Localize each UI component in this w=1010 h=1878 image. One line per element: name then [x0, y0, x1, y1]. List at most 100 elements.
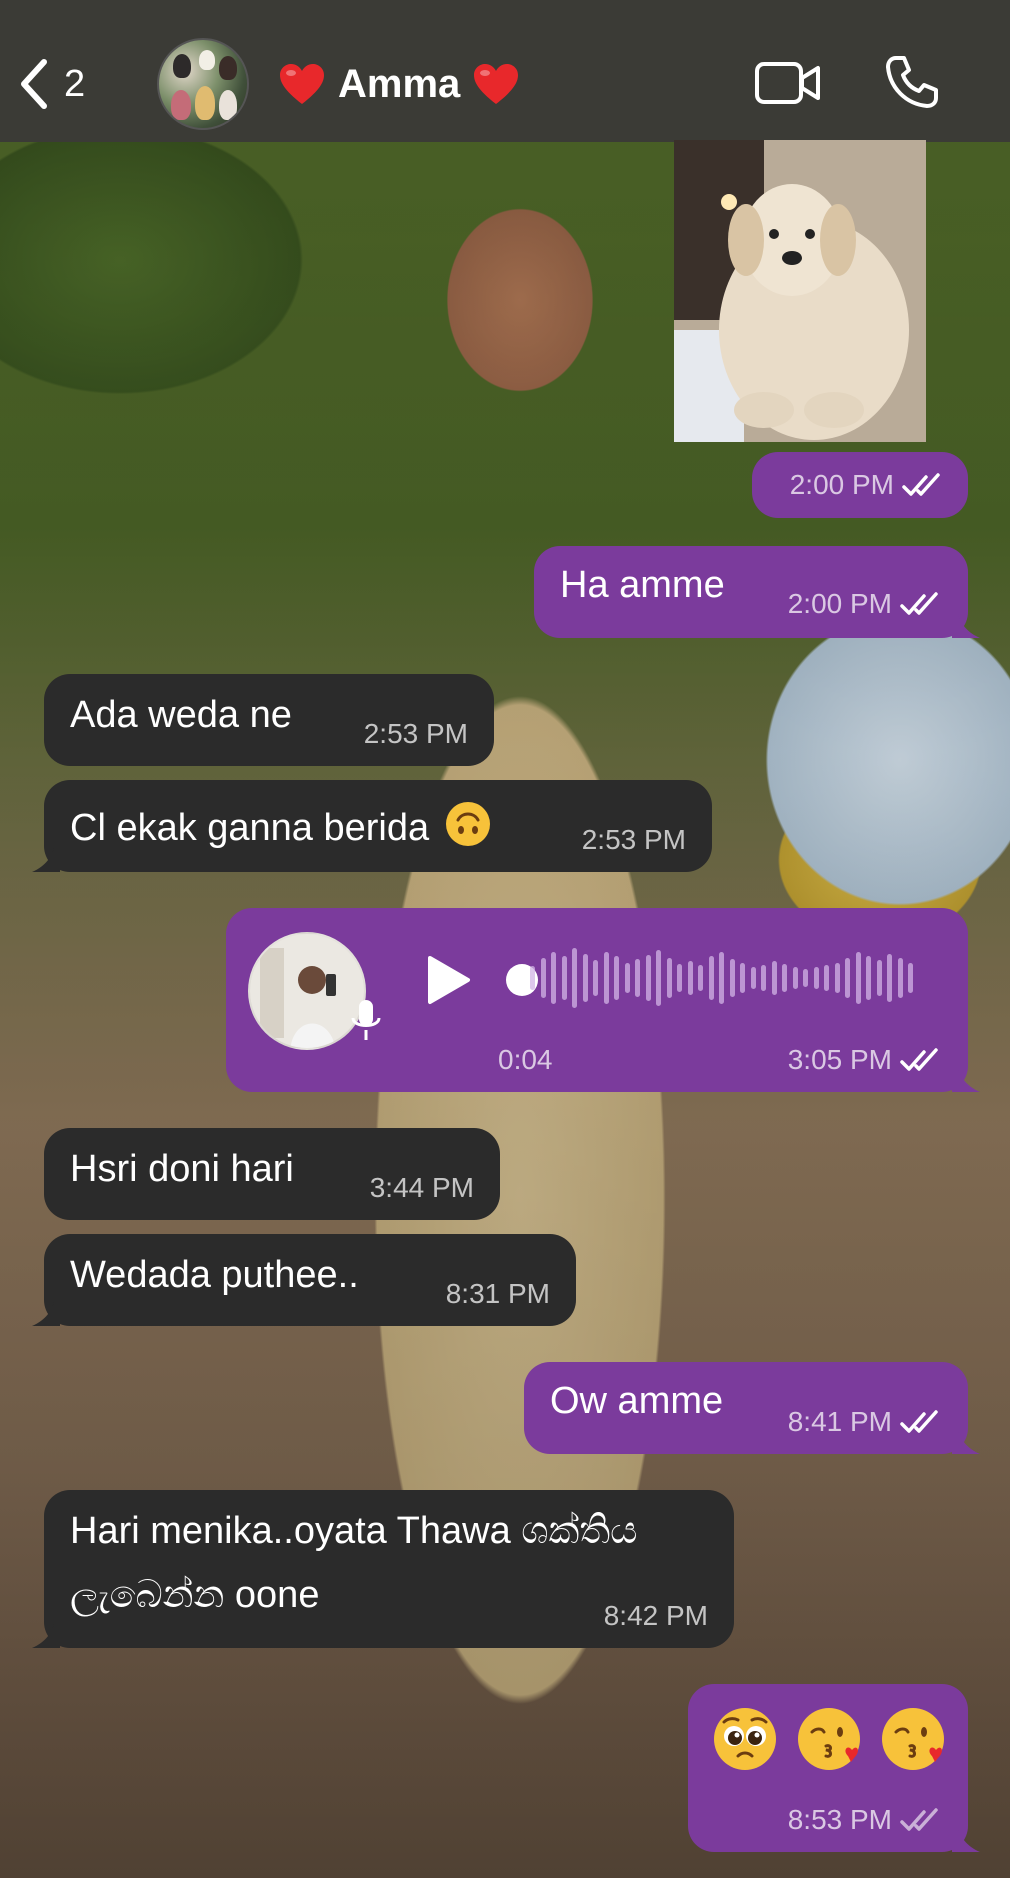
message-time: 8:31 PM — [445, 1278, 550, 1309]
chat-title[interactable]: Amma — [278, 54, 520, 114]
back-button[interactable]: 2 — [18, 56, 85, 112]
chat-title-text: Amma — [338, 61, 461, 106]
waveform-bar — [582, 954, 588, 1002]
message-text: Wedada puthee.. — [70, 1254, 359, 1296]
outgoing-message[interactable]: Ow amme 8:41 PM — [524, 1362, 980, 1454]
waveform-bar — [572, 948, 577, 1008]
voice-duration: 0:04 — [498, 1044, 553, 1075]
avatar-figure — [219, 56, 237, 80]
waveform-bar — [677, 964, 682, 992]
avatar-figure — [171, 90, 191, 120]
heart-icon — [280, 64, 324, 104]
waveform-bar — [540, 958, 546, 998]
bubble-tail — [952, 1828, 980, 1852]
bubble-tail — [32, 848, 60, 872]
waveform-bar — [530, 966, 535, 990]
waveform-bar — [782, 964, 787, 992]
waveform-bar — [908, 963, 913, 993]
unread-count: 2 — [64, 62, 86, 105]
waveform-bar — [719, 952, 724, 1004]
face-blowing-kiss-emoji — [798, 1708, 860, 1770]
pleading-face-emoji — [714, 1708, 776, 1770]
waveform-bar — [551, 952, 556, 1004]
video-call-icon[interactable] — [754, 60, 822, 106]
waveform-bar — [866, 956, 871, 1000]
waveform-bar — [834, 963, 840, 993]
outgoing-emoji-message[interactable]: 8:53 PM — [688, 1684, 980, 1852]
bubble-tail — [32, 1302, 60, 1326]
chevron-left-icon — [21, 59, 47, 109]
message-text: Ada weda ne — [70, 694, 292, 736]
waveform-bar — [614, 956, 619, 1000]
waveform-bar — [624, 963, 630, 993]
message-text: Ha amme — [560, 564, 725, 606]
incoming-message[interactable]: Hsri doni hari 3:44 PM — [44, 1128, 500, 1220]
message-time: 2:53 PM — [581, 824, 686, 855]
double-check-icon — [900, 592, 938, 615]
incoming-message[interactable]: Hari menika..oyata Thawa ශක්තිය ලැබෙන්න … — [32, 1490, 734, 1648]
waveform-bar — [656, 950, 661, 1006]
emoji-row — [712, 1706, 946, 1772]
photo-message[interactable] — [674, 140, 926, 442]
waveform-bar — [750, 967, 756, 989]
waveform-bar — [740, 963, 745, 993]
message-text-body: Cl ekak ganna berida — [70, 807, 430, 849]
voice-waveform[interactable] — [530, 946, 930, 1010]
waveform-bar — [729, 959, 735, 997]
waveform-bar — [698, 965, 703, 991]
photo-message-meta: 2:00 PM — [752, 452, 968, 518]
waveform-bar — [761, 965, 766, 991]
message-time: 2:00 PM — [787, 588, 892, 619]
waveform-bar — [813, 967, 819, 989]
bubble-tail — [952, 614, 980, 638]
avatar-figure — [199, 50, 215, 70]
waveform-bar — [666, 958, 672, 998]
message-time: 2:00 PM — [789, 469, 894, 500]
waveform-bar — [645, 955, 651, 1001]
message-text-line: ලැබෙන්න oone — [70, 1574, 320, 1616]
message-text: Ow amme — [550, 1380, 724, 1422]
waveform-bar — [771, 961, 777, 995]
phone-icon[interactable] — [884, 54, 940, 110]
incoming-message[interactable]: Ada weda ne 2:53 PM — [44, 674, 494, 766]
message-time: 8:53 PM — [787, 1804, 892, 1835]
avatar-figure — [173, 54, 191, 78]
message-text-line: Hari menika..oyata Thawa ශක්තිය — [70, 1510, 638, 1552]
waveform-bar — [561, 956, 567, 1000]
waveform-bar — [593, 960, 598, 996]
waveform-bar — [803, 969, 808, 987]
chat-header: 2 Amma — [0, 0, 1010, 142]
incoming-message[interactable]: Wedada puthee.. 8:31 PM — [32, 1234, 576, 1326]
heart-icon — [474, 64, 519, 104]
double-check-icon — [902, 473, 940, 496]
play-icon[interactable] — [424, 954, 472, 1006]
outgoing-message[interactable]: Ha amme 2:00 PM — [534, 546, 980, 638]
waveform-bar — [687, 961, 693, 995]
incoming-message[interactable]: Cl ekak ganna berida 2:53 PM — [32, 780, 712, 872]
double-check-icon — [900, 1808, 938, 1831]
waveform-bar — [603, 952, 609, 1004]
double-check-icon — [900, 1048, 938, 1071]
waveform-bar — [876, 960, 882, 996]
waveform-bar — [708, 956, 714, 1000]
bubble-tail — [952, 1068, 980, 1092]
puppy-photo — [674, 140, 926, 442]
waveform-bar — [824, 965, 829, 991]
upside-down-face-emoji — [445, 802, 490, 846]
waveform-bar — [855, 952, 861, 1004]
message-time: 3:44 PM — [369, 1172, 474, 1203]
message-time: 3:05 PM — [787, 1044, 892, 1075]
waveform-bar — [887, 954, 892, 1002]
waveform-bar — [635, 959, 640, 997]
message-time: 2:53 PM — [363, 718, 468, 749]
bubble-tail — [32, 1624, 60, 1648]
microphone-icon — [351, 1000, 381, 1040]
waveform-bar — [792, 967, 798, 989]
avatar[interactable] — [157, 38, 249, 130]
bubble-tail — [952, 1430, 980, 1454]
avatar-figure — [195, 86, 215, 120]
message-time: 8:42 PM — [603, 1600, 708, 1631]
message-text: Hsri doni hari — [70, 1148, 294, 1190]
waveform-bar — [897, 958, 903, 998]
face-blowing-kiss-emoji — [882, 1708, 944, 1770]
